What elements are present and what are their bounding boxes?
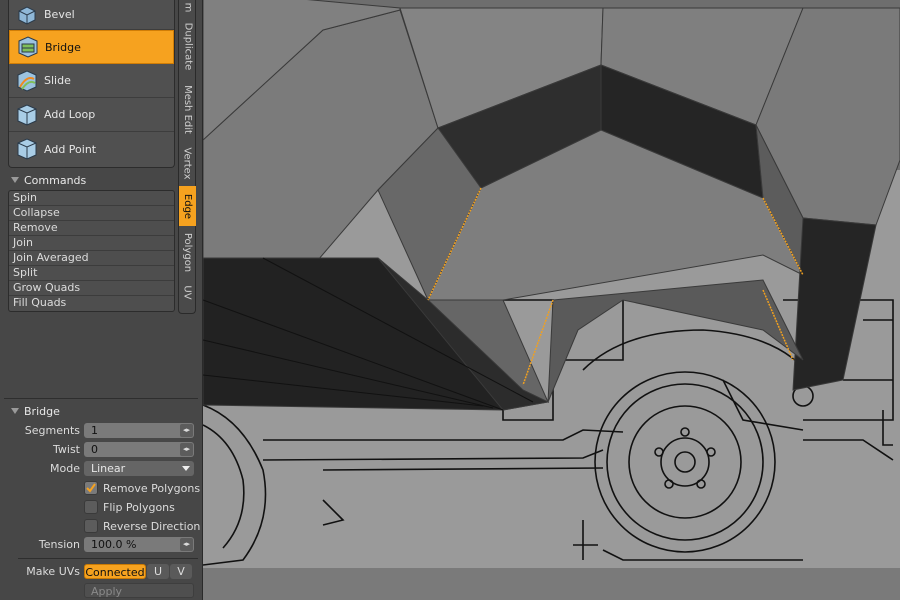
segments-row: Segments 1 ◂▸ [0, 423, 203, 439]
viewport-floor [203, 568, 900, 600]
bridge-icon [15, 34, 41, 60]
add-loop-button[interactable]: Add Loop [9, 98, 174, 132]
command-join[interactable]: Join [9, 236, 174, 251]
twist-field[interactable]: 0 ◂▸ [84, 442, 194, 457]
segments-label: Segments [24, 424, 80, 437]
bridge-properties-header[interactable]: Bridge [8, 403, 60, 419]
twist-value: 0 [91, 443, 98, 456]
command-remove[interactable]: Remove [9, 221, 174, 236]
bevel-label: Bevel [44, 8, 75, 21]
tension-label: Tension [38, 538, 80, 551]
segments-field[interactable]: 1 ◂▸ [84, 423, 194, 438]
remove-polygons-label: Remove Polygons [103, 481, 201, 495]
mode-label: Mode [50, 462, 80, 475]
command-join-averaged[interactable]: Join Averaged [9, 251, 174, 266]
tool-panel: Bevel Bridge Slide Add Loop Add Point Co… [0, 0, 203, 600]
flip-polygons-label: Flip Polygons [103, 500, 175, 514]
tab-duplicate[interactable]: Duplicate [179, 16, 196, 76]
tool-list: Bevel Bridge Slide Add Loop Add Point [8, 0, 175, 168]
add-loop-label: Add Loop [44, 108, 96, 121]
slide-button[interactable]: Slide [9, 64, 174, 98]
panel-divider [18, 558, 198, 559]
3d-viewport[interactable] [203, 0, 900, 600]
commands-list: Spin Collapse Remove Join Join Averaged … [8, 190, 175, 312]
spin-arrows-icon[interactable]: ◂▸ [180, 424, 193, 437]
reverse-direction-label: Reverse Direction [103, 519, 201, 533]
command-fill-quads[interactable]: Fill Quads [9, 296, 174, 311]
reverse-direction-row[interactable]: Reverse Direction [84, 518, 200, 534]
bridge-button[interactable]: Bridge [9, 30, 174, 64]
command-collapse[interactable]: Collapse [9, 206, 174, 221]
spin-arrows-icon[interactable]: ◂▸ [180, 538, 193, 551]
panel-divider [4, 398, 198, 399]
add-point-label: Add Point [44, 142, 97, 156]
vertical-tab-strip: m Duplicate Mesh Edit Vertex Edge Polygo… [178, 0, 196, 314]
add-point-icon [14, 136, 40, 162]
remove-polygons-checkbox[interactable] [84, 481, 98, 495]
tab-m[interactable]: m [179, 0, 196, 14]
tab-vertex[interactable]: Vertex [179, 142, 196, 184]
twist-row: Twist 0 ◂▸ [0, 442, 203, 458]
remove-polygons-row[interactable]: Remove Polygons [84, 480, 200, 496]
checkmark-icon [86, 483, 96, 493]
apply-button[interactable]: Apply [84, 583, 194, 598]
make-uvs-connected-button[interactable]: Connected [84, 564, 146, 579]
mode-dropdown[interactable]: Linear [84, 461, 194, 476]
chevron-down-icon [182, 466, 190, 471]
commands-header[interactable]: Commands [8, 172, 175, 188]
tension-row: Tension 100.0 % ◂▸ [0, 537, 203, 553]
viewport-canvas[interactable] [203, 0, 900, 600]
tab-mesh-edit[interactable]: Mesh Edit [179, 78, 196, 140]
spin-arrows-icon[interactable]: ◂▸ [180, 443, 193, 456]
flip-polygons-checkbox[interactable] [84, 500, 98, 514]
tab-polygon[interactable]: Polygon [179, 228, 196, 276]
tension-value: 100.0 % [91, 538, 137, 551]
tension-field[interactable]: 100.0 % ◂▸ [84, 537, 194, 552]
make-uvs-row: Make UVs Connected U V [0, 564, 203, 580]
command-split[interactable]: Split [9, 266, 174, 281]
command-spin[interactable]: Spin [9, 191, 174, 206]
bevel-button[interactable]: Bevel [9, 0, 174, 30]
make-uvs-label: Make UVs [26, 565, 80, 578]
mesh-object [203, 0, 900, 411]
mode-value: Linear [91, 462, 126, 475]
slide-label: Slide [44, 74, 71, 87]
mode-row: Mode Linear [0, 461, 203, 477]
add-point-button[interactable]: Add Point [9, 132, 174, 166]
bridge-label: Bridge [45, 40, 81, 54]
segments-value: 1 [91, 424, 98, 437]
make-uvs-u-button[interactable]: U [147, 564, 169, 579]
reverse-direction-checkbox[interactable] [84, 519, 98, 533]
make-uvs-v-button[interactable]: V [170, 564, 192, 579]
apply-row: Apply [0, 583, 203, 599]
tab-uv[interactable]: UV [179, 278, 196, 306]
twist-label: Twist [53, 443, 80, 456]
flip-polygons-row[interactable]: Flip Polygons [84, 499, 175, 515]
bevel-icon [14, 2, 40, 28]
collapse-triangle-icon [11, 177, 19, 183]
slide-icon [14, 68, 40, 94]
command-grow-quads[interactable]: Grow Quads [9, 281, 174, 296]
collapse-triangle-icon [11, 408, 19, 414]
bridge-properties-title: Bridge [24, 404, 60, 418]
add-loop-icon [14, 102, 40, 128]
commands-title: Commands [24, 173, 87, 187]
tab-edge[interactable]: Edge [179, 186, 196, 226]
